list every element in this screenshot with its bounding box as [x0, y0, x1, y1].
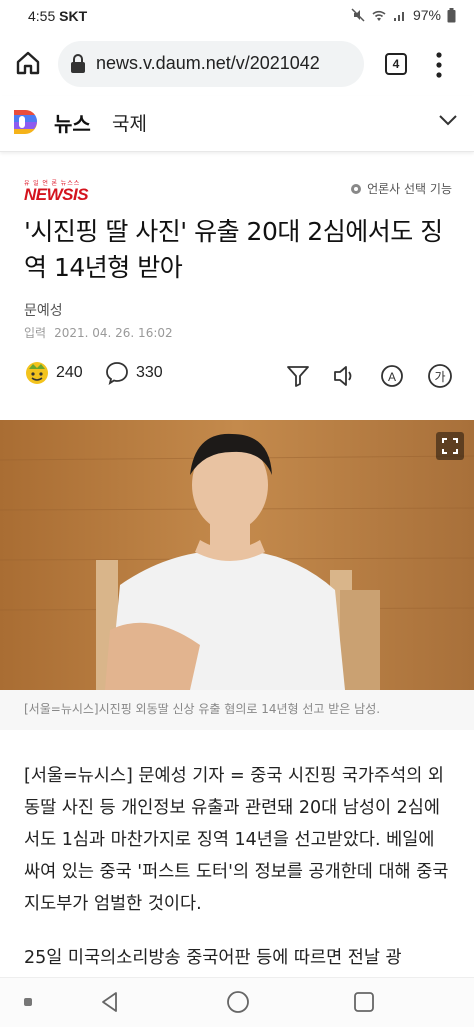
browser-toolbar: news.v.daum.net/v/2021042 4	[0, 34, 474, 96]
status-icons: 97%	[351, 7, 456, 23]
comment-icon	[106, 362, 128, 385]
reaction-button[interactable]: 240	[24, 360, 83, 386]
battery-text: 97%	[412, 7, 441, 23]
back-icon[interactable]	[98, 990, 122, 1014]
chevron-down-icon[interactable]	[438, 114, 458, 126]
comment-count: 330	[136, 364, 163, 381]
filter-icon[interactable]	[284, 362, 312, 390]
recent-apps-icon[interactable]	[352, 990, 376, 1014]
font-size-icon[interactable]: 가	[426, 362, 454, 390]
status-time: 4:55 SKT	[28, 8, 88, 24]
tab-switcher-button[interactable]: 4	[385, 53, 407, 75]
svg-text:A: A	[388, 370, 396, 384]
status-bar: 4:55 SKT 97%	[0, 0, 474, 34]
article-paragraph: 25일 미국의소리방송 중국어판 등에 따르면 전날 광	[24, 948, 402, 968]
article-title: '시진핑 딸 사진' 유출 20대 2심에서도 징역 14년형 받아	[24, 217, 443, 282]
nav-indicator	[24, 998, 32, 1006]
daum-logo[interactable]	[12, 108, 40, 136]
address-bar[interactable]: news.v.daum.net/v/2021042	[58, 41, 364, 87]
article-paragraph: [서울=뉴시스] 문예성 기자 = 중국 시진핑 국가주석의 외동딸 사진 등 …	[24, 766, 449, 914]
publisher-logo[interactable]: 유 일 언 론 뉴스스 NEWSIS	[24, 178, 89, 203]
emoji-reaction-icon	[26, 362, 48, 384]
speaker-icon[interactable]	[330, 362, 358, 390]
article-body: [서울=뉴시스] 문예성 기자 = 중국 시진핑 국가주석의 외동딸 사진 등 …	[24, 760, 452, 996]
article-author[interactable]: 문예성	[24, 300, 63, 320]
signal-icon	[393, 12, 404, 21]
more-vert-icon[interactable]	[434, 50, 444, 80]
photo-image	[0, 420, 474, 690]
url-text: news.v.daum.net/v/2021042	[96, 53, 320, 73]
gear-icon	[351, 183, 362, 194]
svg-text:가: 가	[434, 370, 445, 384]
section-news-link[interactable]: 뉴스	[54, 108, 91, 137]
expand-icon[interactable]	[436, 432, 464, 460]
battery-icon	[447, 7, 456, 22]
home-circle-icon[interactable]	[225, 989, 251, 1015]
publisher-select-button[interactable]: 언론사 선택 기능	[349, 180, 452, 197]
article-actions: 240 330 A 가	[22, 360, 458, 392]
photo-caption: [서울=뉴시스]시진핑 외동딸 신상 유출 혐의로 14년형 선고 받은 남성.	[0, 690, 474, 730]
comment-button[interactable]: 330	[104, 360, 163, 386]
lock-icon	[71, 54, 85, 73]
article-date: 입력 2021. 04. 26. 16:02	[24, 326, 173, 340]
article-photo[interactable]	[0, 420, 474, 690]
site-header: 뉴스 국제	[0, 96, 474, 152]
translate-icon[interactable]: A	[378, 362, 406, 390]
wifi-icon	[372, 10, 386, 21]
home-icon[interactable]	[14, 49, 42, 77]
system-nav-bar	[0, 977, 474, 1027]
section-category[interactable]: 국제	[112, 109, 147, 136]
reaction-count: 240	[56, 364, 83, 381]
mute-icon	[351, 8, 365, 22]
